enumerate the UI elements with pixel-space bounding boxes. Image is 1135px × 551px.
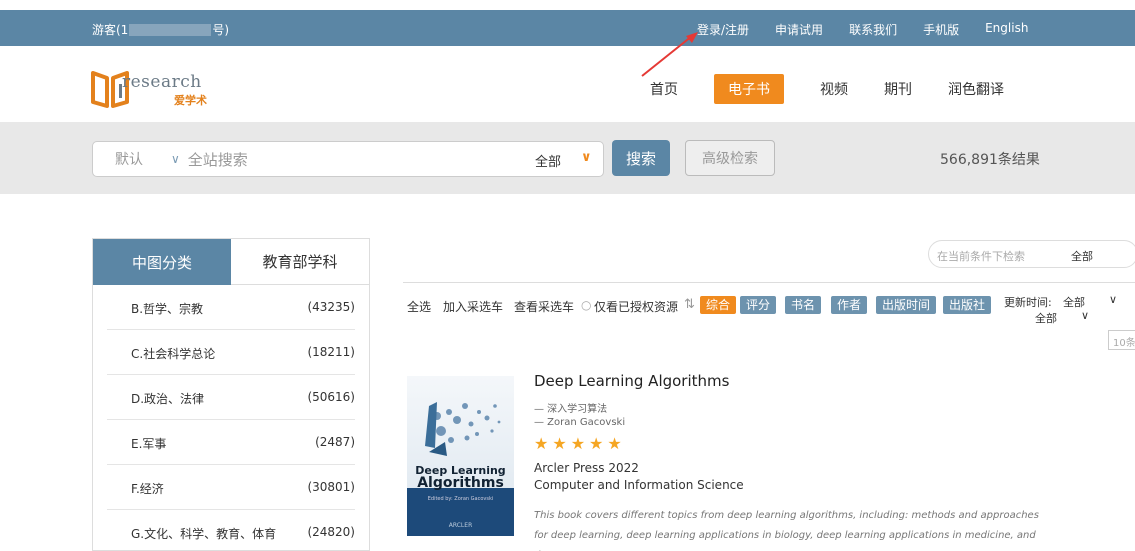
category-name: E.军事	[131, 437, 167, 451]
apply-trial-link[interactable]: 申请试用	[775, 21, 823, 38]
main-nav: 首页 电子书 视频 期刊 润色翻译	[650, 74, 1040, 104]
update-time-select[interactable]: 全部	[1063, 294, 1085, 310]
category-count: (50616)	[307, 390, 355, 404]
sort-author[interactable]: 作者	[831, 296, 868, 314]
star-icon: ★	[552, 434, 571, 453]
update-chevron-down-icon[interactable]: ∨	[1109, 293, 1117, 306]
sort-overall[interactable]: 综合	[700, 296, 737, 314]
category-item[interactable]: E.军事 (2487)	[107, 420, 355, 465]
category-item[interactable]: F.经济 (30801)	[107, 465, 355, 510]
guest-id-mask	[129, 23, 212, 36]
category-name: B.哲学、宗教	[131, 302, 204, 316]
category-sidebar: 中图分类 教育部学科 B.哲学、宗教 (43235) C.社会科学总论 (18211…	[92, 238, 370, 551]
login-register-link[interactable]: 登录/注册	[697, 21, 749, 38]
cover-title-line2: Algorithms	[417, 475, 504, 491]
book-subject: Computer and Information Science	[534, 478, 744, 492]
result-count: 566,891条结果	[940, 152, 1040, 168]
category-item[interactable]: B.哲学、宗教 (43235)	[107, 285, 355, 330]
chevron-down-icon[interactable]: ∨	[171, 152, 180, 166]
cover-publisher: ARCLER	[448, 522, 473, 529]
filter-search-input[interactable]: 在当前条件下检索 全部	[928, 240, 1135, 268]
sort-publish-date[interactable]: 出版时间	[876, 296, 937, 314]
cover-author: Edited by: Zoran Gacovski	[427, 496, 494, 502]
nav-polish-translate[interactable]: 润色翻译	[948, 79, 1004, 99]
sort-rating[interactable]: 评分	[740, 296, 777, 314]
results-toolbar: 全选 加入采选车 查看采选车 ○ 仅看已授权资源 ⇅ 综合 评分 书名 作者 出…	[407, 293, 1135, 326]
english-link[interactable]: English	[985, 21, 1028, 38]
view-cart-button[interactable]: 查看采选车	[514, 298, 574, 315]
sidebar-tabs: 中图分类 教育部学科	[93, 239, 369, 285]
category-count: (18211)	[307, 345, 355, 359]
category-name: G.文化、科学、教育、体育	[131, 527, 277, 541]
select-all-button[interactable]: 全选	[407, 298, 431, 315]
category-count: (24820)	[307, 525, 355, 539]
annotation-arrow-icon	[641, 32, 698, 77]
top-bar: 游客(1 号) 登录/注册 申请试用 联系我们 手机版 English	[0, 10, 1135, 46]
rating-stars: ★★★★★	[534, 434, 1094, 453]
nav-journals[interactable]: 期刊	[884, 79, 912, 99]
logo-text: research	[122, 72, 202, 92]
category-count: (30801)	[307, 480, 355, 494]
category-name: C.社会科学总论	[131, 347, 216, 361]
search-bar: 默认 ∨ 全站搜索 全部 ∨ 搜索 高级检索 566,891条结果	[0, 122, 1135, 194]
star-icon: ★	[534, 434, 553, 453]
radio-icon[interactable]: ○	[581, 298, 591, 312]
divider	[403, 282, 1135, 283]
guest-id: 游客(1 号)	[92, 21, 229, 38]
search-mode-select[interactable]: 默认	[115, 149, 165, 169]
secondary-select[interactable]: 全部	[1035, 310, 1057, 326]
book-publisher: Arcler Press 2022	[534, 461, 639, 475]
guest-prefix: 游客(1	[92, 23, 129, 37]
nav-home[interactable]: 首页	[650, 79, 678, 99]
category-item[interactable]: D.政治、法律 (50616)	[107, 375, 355, 420]
book-title[interactable]: Deep Learning Algorithms	[534, 372, 1094, 390]
book-author: — Zoran Gacovski	[534, 417, 626, 428]
search-scope-select[interactable]: 全部	[535, 151, 561, 170]
category-item[interactable]: G.文化、科学、教育、体育 (24820)	[107, 510, 355, 551]
book-cover[interactable]: Deep Learning Algorithms Edited by: Zora…	[407, 376, 514, 536]
add-to-cart-button[interactable]: 加入采选车	[443, 298, 503, 315]
logo-subtitle: 爱学术	[174, 94, 207, 107]
guest-suffix: 号)	[212, 23, 230, 37]
nav-ebooks[interactable]: 电子书	[714, 74, 784, 104]
secondary-chevron-down-icon[interactable]: ∨	[1081, 309, 1089, 322]
star-icon: ★	[607, 434, 626, 453]
star-icon: ★	[589, 434, 608, 453]
sort-title[interactable]: 书名	[785, 296, 822, 314]
category-name: D.政治、法律	[131, 392, 205, 406]
search-input[interactable]: 全站搜索	[188, 149, 468, 170]
tab-moe-subjects[interactable]: 教育部学科	[231, 239, 369, 285]
cover-graphic-icon	[425, 402, 501, 456]
top-links: 登录/注册 申请试用 联系我们 手机版 English	[697, 21, 1054, 38]
filter-placeholder: 在当前条件下检索	[937, 250, 1025, 263]
category-count: (2487)	[315, 435, 355, 449]
nav-videos[interactable]: 视频	[820, 79, 848, 99]
book-description: This book covers different topics from d…	[534, 510, 1039, 551]
advanced-search-button[interactable]: 高级检索	[685, 140, 775, 176]
header: research 爱学术 首页 电子书 视频 期刊 润色翻译	[0, 46, 1135, 122]
book-result: Deep Learning Algorithms — 深入学习算法 — Zora…	[534, 372, 1094, 551]
scope-chevron-down-icon[interactable]: ∨	[581, 150, 592, 165]
search-box: 默认 ∨ 全站搜索 全部 ∨	[92, 141, 604, 177]
search-button[interactable]: 搜索	[612, 140, 670, 176]
per-page-select[interactable]: 10条	[1108, 330, 1135, 350]
star-icon: ★	[570, 434, 590, 453]
contact-us-link[interactable]: 联系我们	[849, 21, 897, 38]
category-name: F.经济	[131, 482, 164, 496]
filter-scope-select[interactable]: 全部	[1071, 248, 1093, 264]
mobile-version-link[interactable]: 手机版	[923, 21, 959, 38]
category-item[interactable]: C.社会科学总论 (18211)	[107, 330, 355, 375]
logo[interactable]: research 爱学术	[90, 68, 220, 110]
book-cn-title: — 深入学习算法	[534, 404, 608, 415]
authorized-only-toggle[interactable]: 仅看已授权资源	[594, 298, 678, 315]
update-time-label: 更新时间:	[1004, 296, 1052, 309]
sort-publisher[interactable]: 出版社	[943, 296, 992, 314]
sort-icon[interactable]: ⇅	[684, 297, 695, 312]
tab-clc-classification[interactable]: 中图分类	[93, 239, 231, 285]
category-count: (43235)	[307, 300, 355, 314]
